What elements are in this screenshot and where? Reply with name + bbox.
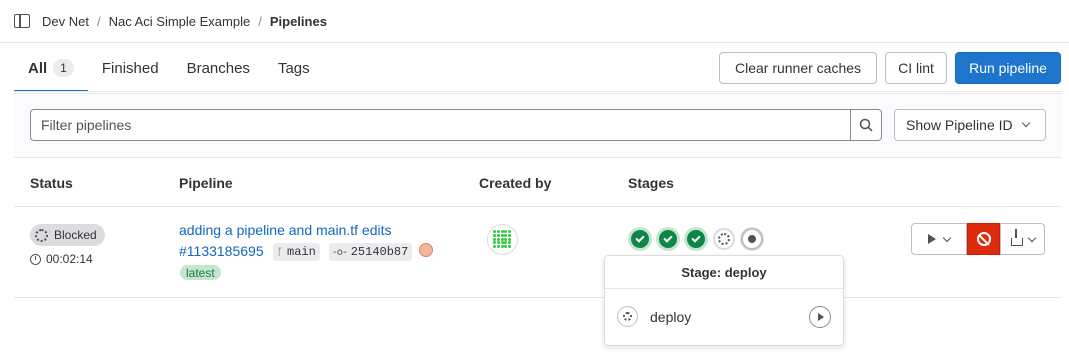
breadcrumb-separator: / xyxy=(96,13,101,29)
tab-all[interactable]: All 1 xyxy=(14,44,88,92)
tab-branches-label: Branches xyxy=(186,59,250,77)
job-name: deploy xyxy=(650,308,692,325)
header-stages: Stages xyxy=(628,175,674,191)
status-label: Blocked xyxy=(54,228,97,242)
gear-icon xyxy=(35,228,48,242)
pipeline-tabs: All 1 Finished Branches Tags xyxy=(14,44,324,92)
tab-tags-label: Tags xyxy=(277,59,310,77)
commit-sha: 25140b87 xyxy=(350,245,409,259)
ci-lint-button[interactable]: CI lint xyxy=(885,52,947,84)
manual-jobs-button[interactable] xyxy=(911,223,967,255)
chevron-down-icon xyxy=(942,233,952,242)
pipeline-id-dropdown[interactable]: Show Pipeline ID xyxy=(894,109,1046,141)
stage-created-icon[interactable] xyxy=(741,228,763,250)
header-divider xyxy=(14,206,1061,207)
pipeline-title-link[interactable]: adding a pipeline and main.tf edits xyxy=(179,222,391,238)
creator-avatar[interactable] xyxy=(487,224,518,255)
chevron-down-icon xyxy=(1021,118,1030,128)
clock-icon xyxy=(30,253,41,265)
tab-branches[interactable]: Branches xyxy=(173,44,264,92)
breadcrumb-current[interactable]: Pipelines xyxy=(270,14,327,29)
search-button[interactable] xyxy=(850,109,882,141)
header-pipeline: Pipeline xyxy=(179,175,233,191)
job-manual-icon xyxy=(617,306,638,327)
stage-success-icon[interactable] xyxy=(629,228,651,250)
stage-popover-title: Stage: deploy xyxy=(605,256,843,289)
pipeline-id-link[interactable]: #1133185695 xyxy=(179,243,264,259)
stage-success-icon[interactable] xyxy=(685,228,707,250)
duration: 00:02:14 xyxy=(30,252,93,266)
filter-bar: Show Pipeline ID xyxy=(14,93,1061,158)
stage-popover: Stage: deploy deploy xyxy=(604,255,844,346)
tab-finished[interactable]: Finished xyxy=(88,44,173,92)
download-icon xyxy=(1010,229,1023,246)
header-status: Status xyxy=(30,175,73,191)
download-artifacts-button[interactable] xyxy=(1000,223,1045,255)
breadcrumb-project[interactable]: Nac Aci Simple Example xyxy=(109,14,251,29)
cancel-pipeline-button[interactable] xyxy=(967,223,1000,255)
chevron-down-icon xyxy=(1027,233,1036,242)
play-icon xyxy=(928,234,936,244)
branch-ref[interactable]: ᚴ main xyxy=(273,243,320,261)
commit-author-avatar[interactable] xyxy=(419,243,433,257)
sidebar-toggle-icon[interactable] xyxy=(14,14,30,28)
row-divider xyxy=(14,297,1061,298)
run-job-button[interactable] xyxy=(809,306,831,328)
commit-ref[interactable]: -o- 25140b87 xyxy=(329,243,413,261)
tab-finished-label: Finished xyxy=(101,59,159,77)
tabs-divider xyxy=(14,91,1061,92)
stage-job-item[interactable]: deploy xyxy=(617,306,691,327)
cancel-icon xyxy=(976,232,991,246)
breadcrumb-group[interactable]: Dev Net xyxy=(42,14,89,29)
branch-name: main xyxy=(287,245,316,259)
status-badge[interactable]: Blocked xyxy=(30,224,105,246)
tab-all-label: All xyxy=(28,59,48,77)
tab-tags[interactable]: Tags xyxy=(264,44,324,92)
duration-value: 00:02:14 xyxy=(46,252,93,266)
breadcrumb-separator: / xyxy=(258,13,262,29)
search-icon xyxy=(859,118,873,132)
breadcrumb-bar: Dev Net / Nac Aci Simple Example / Pipel… xyxy=(0,0,1069,43)
stage-manual-icon[interactable] xyxy=(713,228,735,250)
pipeline-id-dropdown-label: Show Pipeline ID xyxy=(906,117,1013,133)
play-icon xyxy=(818,313,824,321)
tab-all-count: 1 xyxy=(53,59,74,77)
commit-icon: -o- xyxy=(333,246,347,258)
stage-success-icon[interactable] xyxy=(657,228,679,250)
latest-badge: latest xyxy=(180,265,221,280)
header-created-by: Created by xyxy=(479,175,552,191)
clear-runner-caches-button[interactable]: Clear runner caches xyxy=(719,52,877,84)
branch-icon: ᚴ xyxy=(277,246,283,258)
filter-pipelines-input[interactable] xyxy=(30,109,851,141)
run-pipeline-button[interactable]: Run pipeline xyxy=(955,52,1061,84)
pipeline-actions xyxy=(911,223,1045,255)
